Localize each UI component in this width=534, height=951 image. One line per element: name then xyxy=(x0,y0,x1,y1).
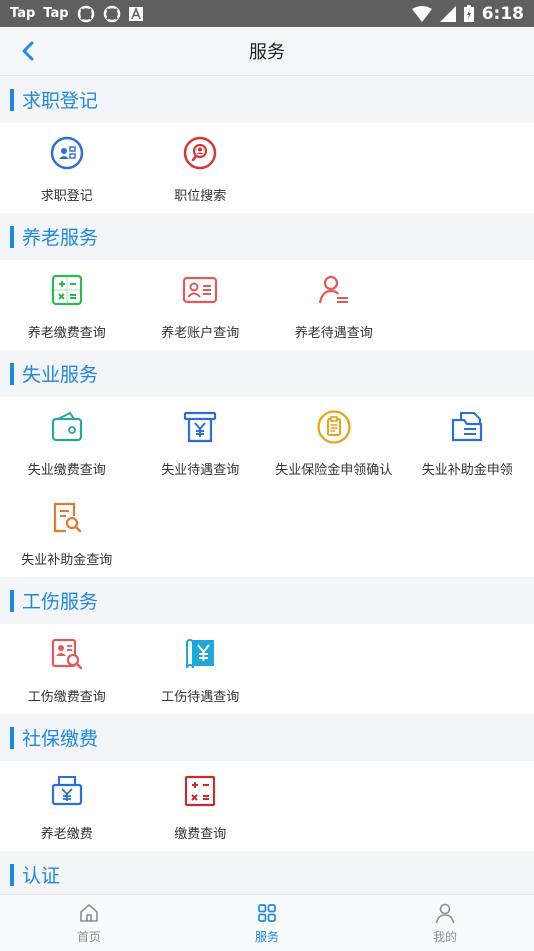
battery-icon xyxy=(464,5,474,22)
tap-app-label: Tap xyxy=(43,6,68,21)
section-grid: 失业缴费查询 失业待遇查询 失业保险金申领确认 失业补助金申领 失业补助金查询 xyxy=(0,397,534,577)
section-grid: 工伤缴费查询 工伤待遇查询 xyxy=(0,624,534,714)
section-title: 认证 xyxy=(22,861,60,888)
section-title: 工伤服务 xyxy=(22,587,98,614)
service-list[interactable]: 求职登记 求职登记 职位搜索 养老服务 养老缴费查询 养老账户查询 养老待遇查询 xyxy=(0,76,534,894)
service-tile-unemployment-payment-query[interactable]: 失业缴费查询 xyxy=(0,397,134,487)
sync-icon xyxy=(77,5,95,23)
service-tile-pension-account-query[interactable]: 养老账户查询 xyxy=(134,260,268,350)
tab-label: 首页 xyxy=(77,928,101,945)
tab-services[interactable]: 服务 xyxy=(178,895,356,951)
section-header-authentication: 认证 xyxy=(0,851,534,894)
wifi-icon xyxy=(412,6,432,22)
section-header-work-injury: 工伤服务 xyxy=(0,577,534,624)
service-tile-label: 养老账户查询 xyxy=(161,322,239,341)
service-tile-label: 职位搜索 xyxy=(174,185,226,204)
service-tile-label: 求职登记 xyxy=(41,185,93,204)
tap-app-label: Tap xyxy=(10,6,35,21)
service-tile-pension-benefit-query[interactable]: 养老待遇查询 xyxy=(267,260,401,350)
service-tile-label: 失业待遇查询 xyxy=(161,459,239,478)
service-tile-unemployment-subsidy-query[interactable]: 失业补助金查询 xyxy=(0,487,134,577)
card-search-icon xyxy=(50,637,84,671)
tab-home[interactable]: 首页 xyxy=(0,895,178,951)
id-card-icon xyxy=(182,275,218,305)
page-title: 服务 xyxy=(249,38,285,64)
service-tile-label: 工伤缴费查询 xyxy=(28,686,106,705)
yuan-doc-icon xyxy=(183,637,217,671)
app-a-icon xyxy=(129,7,143,21)
service-tile-job-search[interactable]: 职位搜索 xyxy=(134,123,268,213)
section-title: 求职登记 xyxy=(22,86,98,113)
service-tile-label: 养老待遇查询 xyxy=(295,322,373,341)
section-title: 失业服务 xyxy=(22,360,98,387)
status-bar: Tap Tap 6:18 xyxy=(0,0,534,27)
clock-time: 6:18 xyxy=(482,4,524,24)
service-tile-label: 缴费查询 xyxy=(174,823,226,842)
grid-icon xyxy=(256,902,278,924)
service-tile-payment-query[interactable]: 缴费查询 xyxy=(134,761,268,851)
tab-mine[interactable]: 我的 xyxy=(356,895,534,951)
section-grid: 养老缴费查询 养老账户查询 养老待遇查询 xyxy=(0,260,534,350)
bottom-tab-bar: 首页 服务 我的 xyxy=(0,894,534,951)
section-header-job-registration: 求职登记 xyxy=(0,76,534,123)
yuan-receipt-icon xyxy=(183,410,217,444)
service-tile-unemployment-benefit-query[interactable]: 失业待遇查询 xyxy=(134,397,268,487)
service-tile-work-injury-payment-query[interactable]: 工伤缴费查询 xyxy=(0,624,134,714)
folder-doc-icon xyxy=(450,410,484,444)
service-tile-unemployment-subsidy-claim[interactable]: 失业补助金申领 xyxy=(401,397,534,487)
service-tile-label: 失业补助金申领 xyxy=(422,459,513,478)
section-title: 养老服务 xyxy=(22,223,98,250)
tab-label: 我的 xyxy=(433,928,457,945)
service-tile-label: 养老缴费查询 xyxy=(28,322,106,341)
person-register-icon xyxy=(49,135,85,171)
back-button[interactable] xyxy=(14,37,42,65)
job-search-icon xyxy=(182,135,218,171)
service-tile-label: 工伤待遇查询 xyxy=(161,686,239,705)
section-title: 社保缴费 xyxy=(22,724,98,751)
calculator-icon xyxy=(183,774,217,808)
service-tile-work-injury-benefit-query[interactable]: 工伤待遇查询 xyxy=(134,624,268,714)
home-icon xyxy=(78,902,100,924)
sync-icon xyxy=(103,5,121,23)
yuan-printer-icon xyxy=(50,774,84,808)
user-icon xyxy=(434,902,456,924)
chevron-left-icon xyxy=(21,41,35,61)
service-tile-label: 失业补助金查询 xyxy=(21,549,112,568)
service-tile-pension-payment[interactable]: 养老缴费 xyxy=(0,761,134,851)
nav-bar: 服务 xyxy=(0,27,534,76)
tab-label: 服务 xyxy=(255,928,279,945)
service-tile-job-registration[interactable]: 求职登记 xyxy=(0,123,134,213)
user-list-icon xyxy=(317,273,351,307)
service-tile-pension-payment-query[interactable]: 养老缴费查询 xyxy=(0,260,134,350)
service-tile-unemployment-insurance-claim-confirm[interactable]: 失业保险金申领确认 xyxy=(267,397,401,487)
section-header-pension: 养老服务 xyxy=(0,213,534,260)
section-header-social-security-payment: 社保缴费 xyxy=(0,714,534,761)
service-tile-label: 失业缴费查询 xyxy=(28,459,106,478)
service-tile-label: 失业保险金申领确认 xyxy=(275,459,392,478)
section-header-unemployment: 失业服务 xyxy=(0,350,534,397)
section-grid: 求职登记 职位搜索 xyxy=(0,123,534,213)
clipboard-icon xyxy=(316,409,352,445)
wallet-icon xyxy=(50,411,84,443)
signal-icon xyxy=(440,6,456,22)
doc-search-icon xyxy=(50,500,84,534)
section-grid: 养老缴费 缴费查询 xyxy=(0,761,534,851)
service-tile-label: 养老缴费 xyxy=(41,823,93,842)
calculator-icon xyxy=(50,273,84,307)
